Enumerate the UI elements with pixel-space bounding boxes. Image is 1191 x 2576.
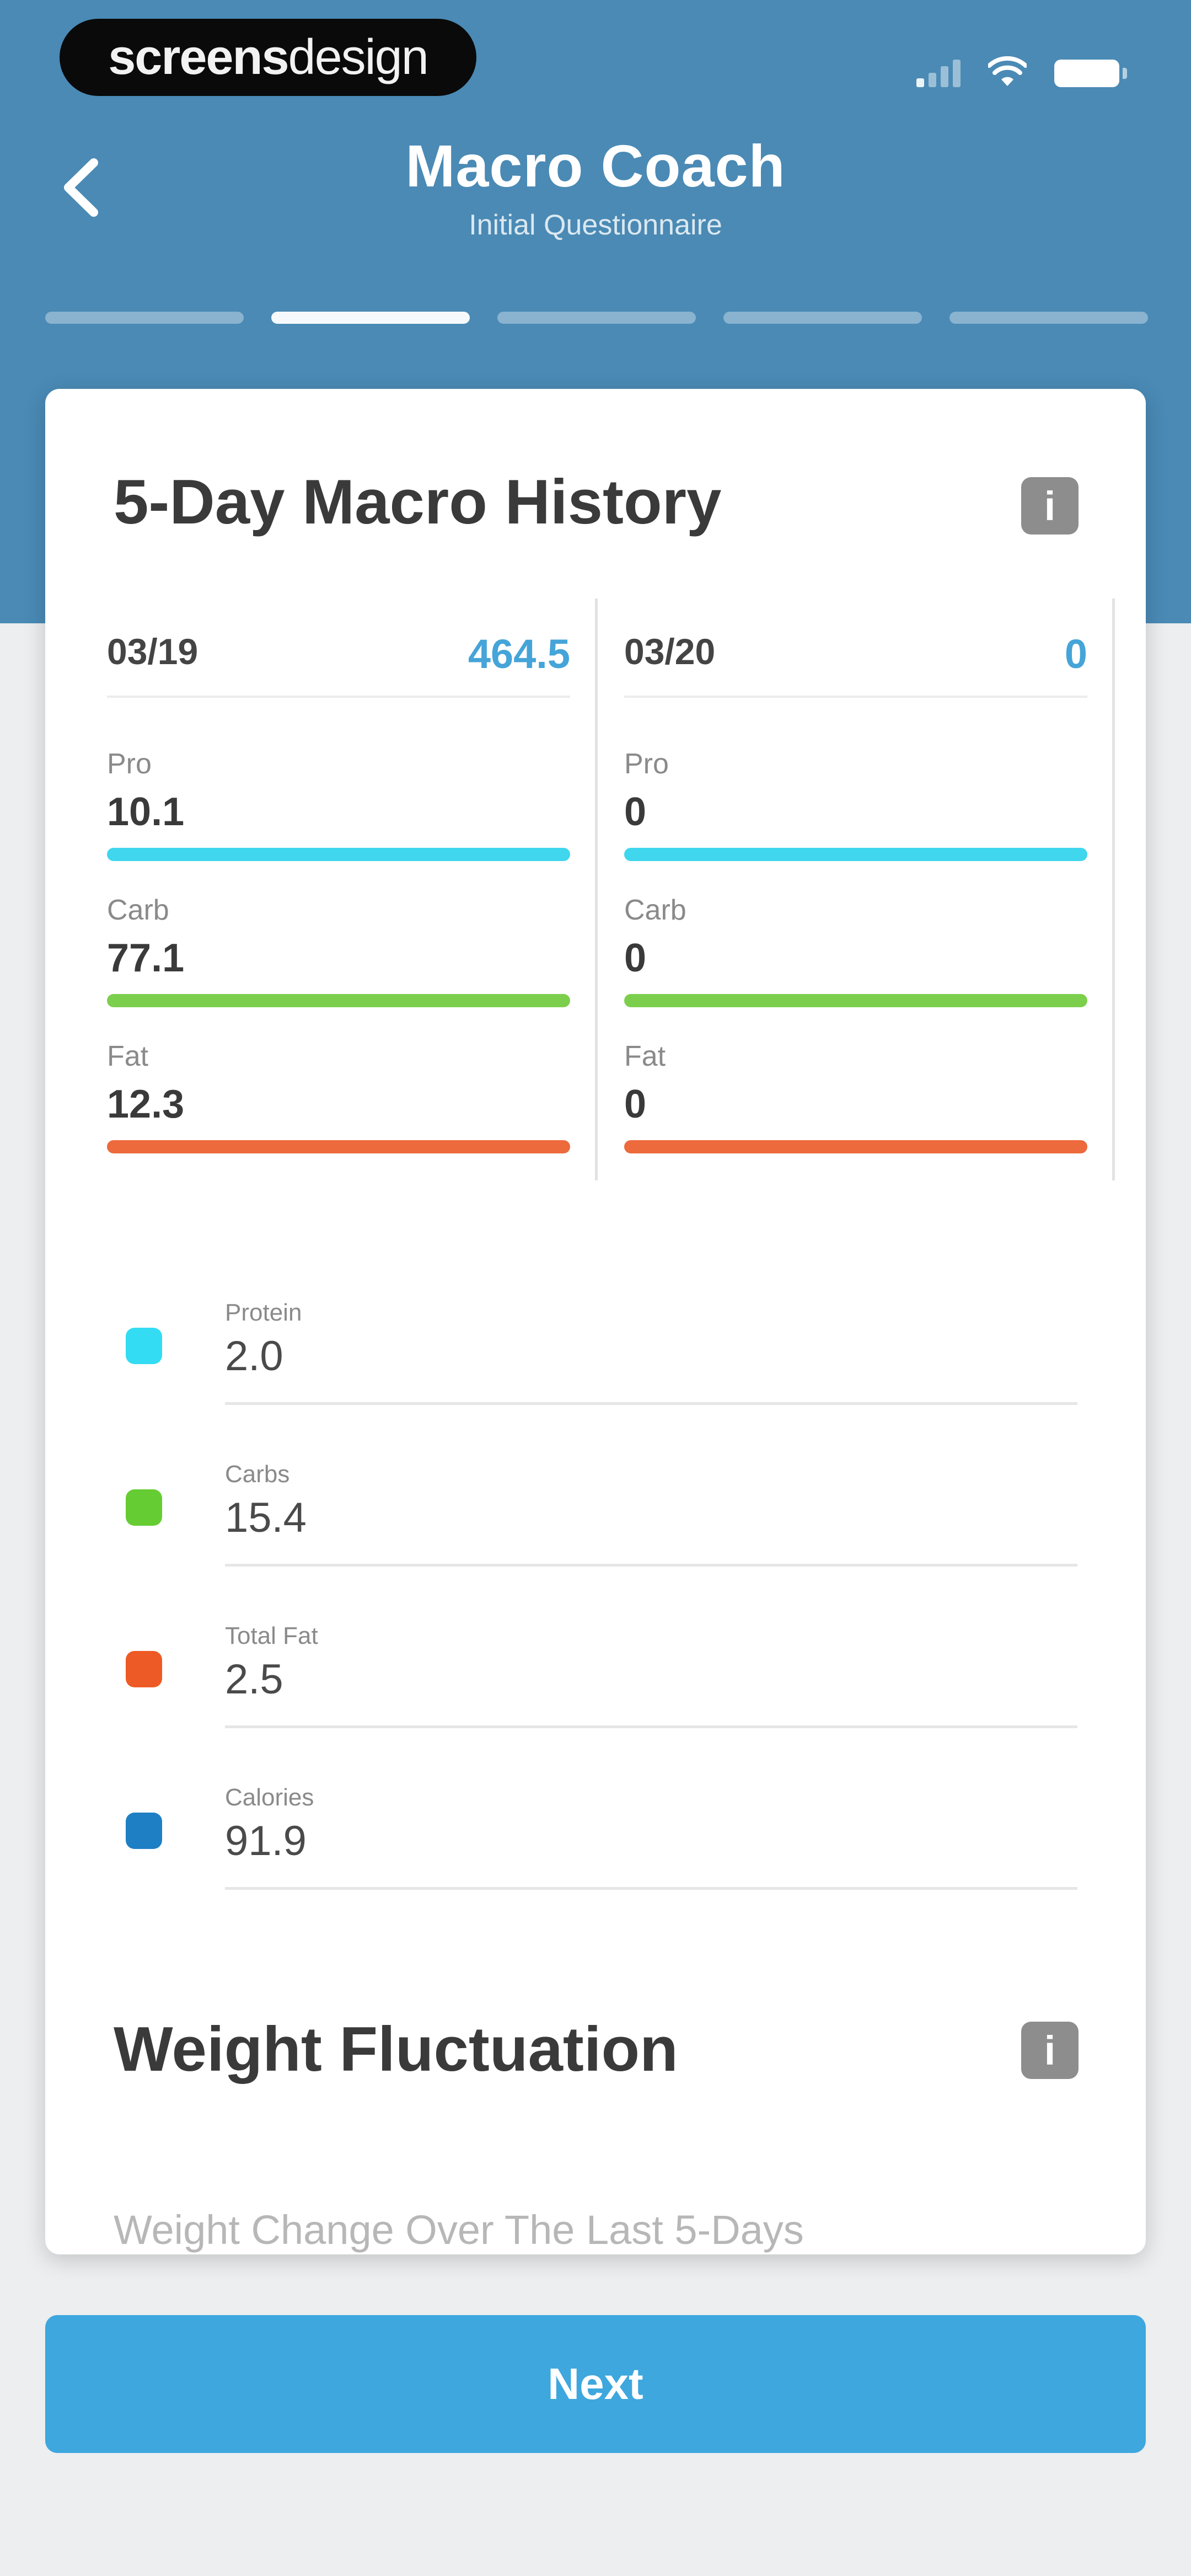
macro-row-fat: Fat 12.3 xyxy=(107,1040,570,1183)
macro-label: Carb xyxy=(107,894,169,926)
legend-label: Carbs xyxy=(225,1461,290,1488)
macro-label: Fat xyxy=(624,1040,666,1072)
info-icon[interactable]: i xyxy=(1021,2022,1079,2079)
macro-label: Carb xyxy=(624,894,686,926)
macro-bar xyxy=(624,994,1087,1007)
macro-label: Pro xyxy=(624,748,669,780)
day-date: 03/19 xyxy=(107,631,198,672)
calories-color-dot xyxy=(126,1813,162,1849)
macro-bar xyxy=(624,1140,1087,1153)
macro-bar xyxy=(624,848,1087,861)
screensdesign-watermark: screensdesign xyxy=(60,19,476,96)
info-icon[interactable]: i xyxy=(1021,477,1079,535)
protein-color-dot xyxy=(126,1328,162,1364)
macro-value: 10.1 xyxy=(107,790,185,834)
macro-bar xyxy=(107,848,570,861)
macro-label: Fat xyxy=(107,1040,149,1072)
day-column: 03/20 0 Pro 0 Carb 0 Fat 0 xyxy=(624,598,1115,1183)
legend-divider xyxy=(225,1402,1077,1405)
legend-divider xyxy=(225,1725,1077,1728)
column-divider xyxy=(1112,598,1115,1180)
macro-row-fat: Fat 0 xyxy=(624,1040,1087,1183)
day-total-calories: 464.5 xyxy=(468,631,570,677)
legend-row-carbs: Carbs 15.4 xyxy=(45,1441,1146,1585)
progress-steps xyxy=(45,312,1148,324)
macro-bar xyxy=(107,994,570,1007)
macro-history-title: 5-Day Macro History xyxy=(114,467,722,537)
legend-label: Protein xyxy=(225,1299,302,1326)
progress-step xyxy=(497,312,696,324)
battery-icon xyxy=(1054,60,1127,87)
wifi-icon xyxy=(988,56,1027,86)
column-divider xyxy=(595,598,598,1180)
legend-label: Total Fat xyxy=(225,1622,318,1649)
macro-row-protein: Pro 0 xyxy=(624,747,1087,891)
macro-value: 0 xyxy=(624,1082,647,1126)
legend-row-calories: Calories 91.9 xyxy=(45,1765,1146,1908)
signal-icon xyxy=(916,54,961,87)
progress-step xyxy=(949,312,1148,324)
macro-value: 12.3 xyxy=(107,1082,185,1126)
macro-value: 0 xyxy=(624,936,647,980)
macro-row-carb: Carb 77.1 xyxy=(107,894,570,1037)
legend-value: 91.9 xyxy=(225,1818,307,1864)
page-title: Macro Coach xyxy=(405,132,786,199)
macro-row-carb: Carb 0 xyxy=(624,894,1087,1037)
progress-step xyxy=(271,312,470,324)
weight-fluctuation-subtitle: Weight Change Over The Last 5-Days xyxy=(114,2207,804,2253)
macro-label: Pro xyxy=(107,748,152,780)
page-subtitle: Initial Questionnaire xyxy=(469,209,722,241)
macro-value: 0 xyxy=(624,790,647,834)
day-column: 03/19 464.5 Pro 10.1 Carb 77.1 Fat 12.3 xyxy=(107,598,598,1183)
legend-value: 15.4 xyxy=(225,1494,307,1541)
legend-value: 2.0 xyxy=(225,1333,283,1380)
macro-bar xyxy=(107,1140,570,1153)
macro-row-protein: Pro 10.1 xyxy=(107,747,570,891)
legend-row-total-fat: Total Fat 2.5 xyxy=(45,1603,1146,1746)
legend-divider xyxy=(225,1887,1077,1890)
weight-fluctuation-title: Weight Fluctuation xyxy=(114,2014,678,2085)
carbs-color-dot xyxy=(126,1489,162,1526)
next-button[interactable]: Next xyxy=(45,2315,1146,2453)
day-header: 03/20 0 xyxy=(624,598,1087,698)
progress-step xyxy=(723,312,922,324)
day-total-calories: 0 xyxy=(1064,631,1087,677)
macro-value: 77.1 xyxy=(107,936,185,980)
questionnaire-card[interactable]: 5-Day Macro History i 03/19 464.5 Pro 10… xyxy=(45,389,1146,2254)
legend-label: Calories xyxy=(225,1784,314,1811)
legend-value: 2.5 xyxy=(225,1656,283,1703)
day-date: 03/20 xyxy=(624,631,716,672)
status-bar xyxy=(916,49,1127,87)
day-header: 03/19 464.5 xyxy=(107,598,570,698)
total-fat-color-dot xyxy=(126,1651,162,1687)
legend-divider xyxy=(225,1564,1077,1567)
progress-step xyxy=(45,312,244,324)
legend-row-protein: Protein 2.0 xyxy=(45,1280,1146,1423)
